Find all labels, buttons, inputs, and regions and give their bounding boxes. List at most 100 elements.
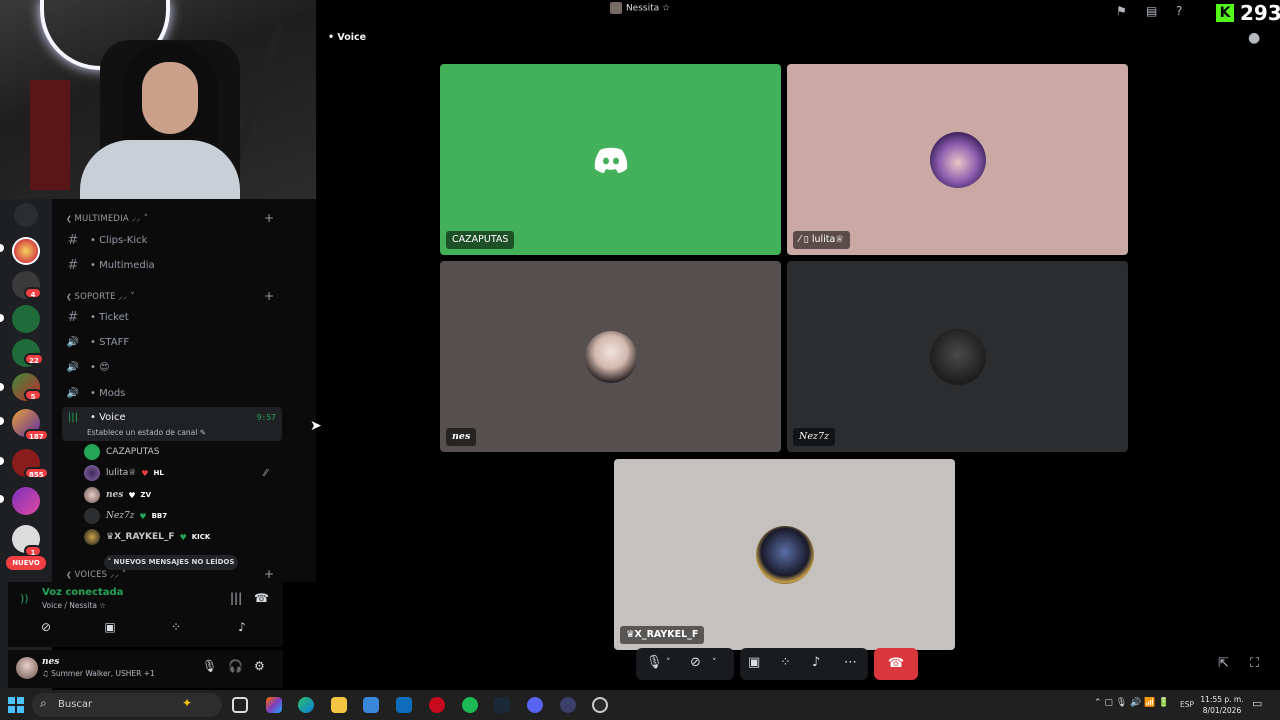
category-soporte[interactable]: ❮ SOPORTE ⸝⸝ ˅ <box>66 291 135 302</box>
server-icon[interactable] <box>12 305 40 333</box>
member-tag: BB7 <box>151 512 168 520</box>
category-multimedia[interactable]: ❮ MULTIMEDIA ⸝⸝ ˅ <box>66 213 148 224</box>
mic-icon[interactable]: 🎙 <box>202 659 217 673</box>
nuevo-pill[interactable]: NUEVO <box>6 556 46 570</box>
voice-connected-subtitle[interactable]: Voice / Nessita ☆ <box>42 601 106 610</box>
chevron-down-icon[interactable]: ˅ <box>666 658 671 668</box>
channel-header: • Voice <box>328 32 367 43</box>
speaker-icon: 🔊 <box>66 387 80 399</box>
taskbar-search[interactable]: ⌕ Buscar ✦ <box>32 693 222 717</box>
flag-icon[interactable]: ⚑ <box>1116 4 1127 18</box>
spotify-icon[interactable] <box>462 697 478 713</box>
add-channel-icon[interactable]: + <box>264 289 274 303</box>
activities-icon[interactable]: ⁘ <box>146 620 206 640</box>
task-view-icon[interactable] <box>232 697 248 713</box>
mute-indicator-icon: ⁄⁄ <box>264 468 268 479</box>
camera-off-icon[interactable]: ⊘ <box>16 620 76 640</box>
channel-emoji[interactable]: 🔊 • 😍 <box>62 355 282 379</box>
channel-voice-active[interactable]: ||| • Voice 9:57 Establece un estado de … <box>62 407 282 441</box>
activities-icon[interactable]: ⁘ <box>780 655 791 670</box>
voice-member[interactable]: nes ♥ ZV <box>84 485 151 505</box>
chevron-down-icon[interactable]: ˅ <box>712 658 717 668</box>
more-options-icon[interactable]: ⋯ <box>844 655 857 670</box>
server-icon[interactable] <box>12 487 40 515</box>
server-icon[interactable] <box>14 203 38 227</box>
disconnect-icon[interactable]: ☎ <box>254 591 269 605</box>
clock-time: 11:55 p. m. <box>1200 695 1244 704</box>
fullscreen-icon[interactable]: ⛶ <box>1250 656 1259 671</box>
noise-suppression-icon[interactable]: ||| <box>230 591 242 605</box>
heart-icon: ♥ <box>179 532 187 542</box>
activity-status: ♫ Summer Walker, USHER +1 <box>42 669 155 678</box>
mic-icon[interactable]: 🎙 <box>646 655 663 670</box>
participant-name: nes <box>446 428 477 446</box>
category-voices[interactable]: ❮ VOICES ⸝⸝ ˅ <box>66 569 126 580</box>
voice-connected-title: Voz conectada <box>42 587 124 598</box>
gear-icon[interactable]: ⚙ <box>254 659 265 673</box>
add-channel-icon[interactable]: + <box>264 567 274 581</box>
channel-label: • Voice <box>90 412 126 423</box>
opera-icon[interactable] <box>429 697 445 713</box>
file-explorer-icon[interactable] <box>331 697 347 713</box>
window-title-text: Nessita ☆ <box>625 3 671 14</box>
edge-icon[interactable] <box>298 697 314 713</box>
outlook-icon[interactable] <box>396 697 412 713</box>
steam-icon[interactable] <box>494 697 510 713</box>
camera-off-icon[interactable]: ⊘ <box>690 655 701 670</box>
notification-icon[interactable]: ▭ <box>1252 697 1262 710</box>
voice-member[interactable]: ♛X_RAYKEL_F ♥ KICK <box>84 527 210 547</box>
channel-clips-kick[interactable]: # • Clips-Kick <box>62 228 282 252</box>
start-button[interactable] <box>8 697 24 713</box>
language-indicator[interactable]: ESP <box>1180 700 1194 709</box>
soundboard-icon[interactable]: ♪ <box>812 655 820 670</box>
channel-mods[interactable]: 🔊 • Mods <box>62 381 282 405</box>
popout-icon[interactable]: ⇱ <box>1218 656 1229 671</box>
store-icon[interactable] <box>363 697 379 713</box>
participant-tile[interactable]: nes <box>440 261 781 452</box>
add-channel-icon[interactable]: + <box>264 211 274 225</box>
participant-tile[interactable]: ⁄ ▯ lulita♕ <box>787 64 1128 255</box>
app-icon[interactable] <box>560 697 576 713</box>
clock[interactable]: 11:55 p. m. 8/01/2026 <box>1200 694 1244 716</box>
obs-icon[interactable] <box>592 697 608 713</box>
heart-icon: ♥ <box>139 511 147 521</box>
unread-messages-pill[interactable]: ˅ NUEVOS MENSAJES NO LEÍDOS <box>104 555 238 570</box>
voice-member[interactable]: Nez7z ♥ BB7 <box>84 506 167 526</box>
channel-multimedia[interactable]: # • Multimedia <box>62 253 282 277</box>
screen-share-icon[interactable]: ▣ <box>748 655 760 670</box>
member-name: CAZAPUTAS <box>106 447 160 457</box>
discord-icon[interactable] <box>527 697 543 713</box>
member-tag: ZV <box>140 491 152 499</box>
participant-tile[interactable]: Nez7z <box>787 261 1128 452</box>
avatar[interactable] <box>16 657 38 679</box>
hangup-button[interactable]: ☎ <box>874 648 918 680</box>
avatar <box>84 465 100 481</box>
audio-video-group: 🎙 ˅ ⊘ ˅ <box>636 648 734 680</box>
chat-icon[interactable]: ● <box>1248 30 1260 46</box>
participant-tile[interactable]: CAZAPUTAS <box>440 64 781 255</box>
mention-badge: 22 <box>24 353 44 365</box>
viewer-count: 293 <box>1240 1 1280 25</box>
system-tray-icons[interactable]: ⌃ ▢ 🎙 🔊 📶 🔋 <box>1094 698 1169 708</box>
avatar <box>84 508 100 524</box>
help-icon[interactable]: ? <box>1176 4 1182 18</box>
participant-tile[interactable]: ♛X_RAYKEL_F <box>614 459 955 650</box>
channel-label: • Mods <box>90 387 126 399</box>
voice-member[interactable]: CAZAPUTAS <box>84 442 159 462</box>
soundboard-icon[interactable]: ♪ <box>212 620 272 640</box>
headphones-icon[interactable]: 🎧 <box>228 659 243 673</box>
channel-ticket[interactable]: # • Ticket <box>62 305 282 329</box>
inbox-icon[interactable]: ▤ <box>1146 4 1157 18</box>
member-name: lulita♕ <box>106 468 137 478</box>
channel-status[interactable]: Establece un estado de canal ✎ <box>87 428 206 437</box>
voice-member[interactable]: lulita♕ ♥ HL <box>84 463 164 483</box>
member-name: Nez7z <box>106 511 135 521</box>
text-channel-icon: # <box>67 232 79 248</box>
signal-icon[interactable]: )) <box>20 592 29 605</box>
screen-share-icon[interactable]: ▣ <box>80 620 140 640</box>
member-name: nes <box>106 490 124 500</box>
channel-staff[interactable]: 🔊 • STAFF <box>62 330 282 354</box>
copilot-icon[interactable] <box>266 697 282 713</box>
participant-name: ♛X_RAYKEL_F <box>620 626 705 644</box>
server-icon[interactable] <box>12 237 40 265</box>
